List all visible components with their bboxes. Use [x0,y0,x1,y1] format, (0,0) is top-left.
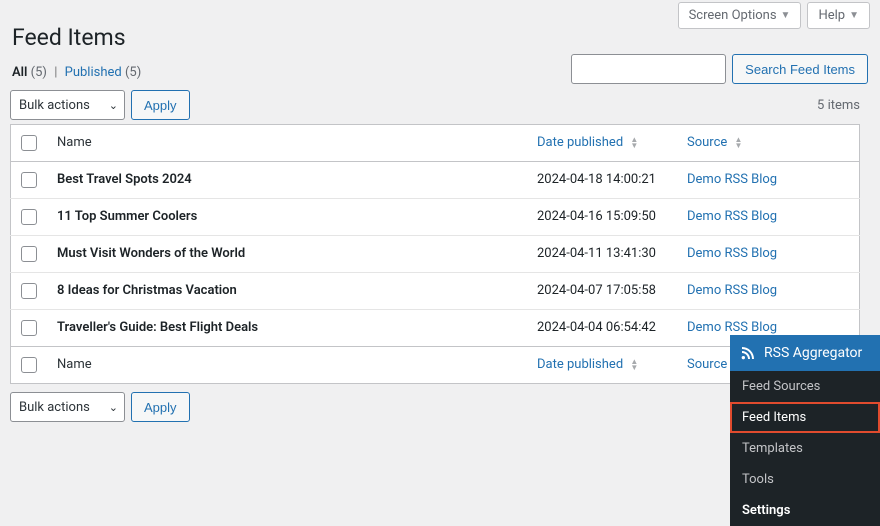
table-row: Best Travel Spots 2024 2024-04-18 14:00:2… [11,162,860,199]
row-title[interactable]: Best Travel Spots 2024 [57,172,192,187]
row-date: 2024-04-11 13:41:30 [527,236,677,273]
search-box: Search Feed Items [571,54,868,84]
help-label: Help [818,8,845,23]
rss-icon [740,345,756,361]
row-date: 2024-04-18 14:00:21 [527,162,677,199]
flyout-item[interactable]: Feed Items [730,402,880,433]
column-date-footer[interactable]: Date published ▲▼ [527,347,677,384]
row-title[interactable]: 8 Ideas for Christmas Vacation [57,283,237,298]
row-title[interactable]: 11 Top Summer Coolers [57,209,197,224]
bulk-actions-select-bottom[interactable]: Bulk actions ⌄ [10,392,125,422]
apply-button[interactable]: Apply [131,90,190,120]
row-source-link[interactable]: Demo RSS Blog [687,246,777,261]
bulk-actions-label-bottom: Bulk actions [19,400,90,415]
chevron-down-icon: ▼ [781,10,791,21]
column-name[interactable]: Name [47,125,527,162]
row-checkbox[interactable] [21,172,37,188]
column-source-label: Source [687,135,727,150]
bulk-actions-select[interactable]: Bulk actions ⌄ [10,90,125,120]
flyout-title: RSS Aggregator [764,345,862,361]
column-date-label: Date published [537,135,623,150]
chevron-down-icon: ⌄ [109,401,118,414]
flyout-item[interactable]: Feed Sources [730,371,880,402]
row-source-link[interactable]: Demo RSS Blog [687,283,777,298]
filter-published-count: (5) [125,65,141,80]
row-source-link[interactable]: Demo RSS Blog [687,209,777,224]
tablenav-top: Bulk actions ⌄ Apply 5 items [10,90,860,120]
column-date[interactable]: Date published ▲▼ [527,125,677,162]
separator: | [54,65,57,80]
table-row: 11 Top Summer Coolers 2024-04-16 15:09:50… [11,199,860,236]
flyout-item[interactable]: Settings [730,495,880,526]
column-name-footer[interactable]: Name [47,347,527,384]
row-date: 2024-04-04 06:54:42 [527,310,677,347]
row-checkbox[interactable] [21,283,37,299]
item-count: 5 items [817,98,860,113]
search-button[interactable]: Search Feed Items [732,54,868,84]
filter-published[interactable]: Published [65,65,122,80]
admin-flyout-menu: RSS Aggregator Feed SourcesFeed ItemsTem… [730,335,880,526]
apply-button-bottom[interactable]: Apply [131,392,190,422]
row-source-link[interactable]: Demo RSS Blog [687,320,777,335]
chevron-down-icon: ▼ [849,10,859,21]
screen-options-toggle[interactable]: Screen Options ▼ [678,2,802,29]
sort-icon: ▲▼ [735,137,743,149]
column-source[interactable]: Source ▲▼ [677,125,860,162]
chevron-down-icon: ⌄ [109,99,118,112]
row-checkbox[interactable] [21,246,37,262]
select-all-checkbox[interactable] [21,135,37,151]
screen-options-label: Screen Options [689,8,777,23]
sort-icon: ▲▼ [630,137,638,149]
row-checkbox[interactable] [21,209,37,225]
row-checkbox[interactable] [21,320,37,336]
row-title[interactable]: Traveller's Guide: Best Flight Deals [57,320,258,335]
column-source-footer-label: Source [687,357,727,372]
flyout-header[interactable]: RSS Aggregator [730,335,880,371]
table-row: Must Visit Wonders of the World 2024-04-1… [11,236,860,273]
row-title[interactable]: Must Visit Wonders of the World [57,246,245,261]
table-row: 8 Ideas for Christmas Vacation 2024-04-07… [11,273,860,310]
screen-meta-links: Screen Options ▼ Help ▼ [678,2,870,29]
sort-icon: ▲▼ [630,359,638,371]
help-toggle[interactable]: Help ▼ [807,2,870,29]
flyout-item[interactable]: Tools [730,464,880,495]
flyout-item[interactable]: Templates [730,433,880,464]
filter-all-count: (5) [31,65,47,80]
filter-all[interactable]: All [12,65,27,80]
search-input[interactable] [571,54,726,84]
column-date-footer-label: Date published [537,357,623,372]
row-date: 2024-04-16 15:09:50 [527,199,677,236]
bulk-actions-label: Bulk actions [19,98,90,113]
select-all-checkbox-bottom[interactable] [21,357,37,373]
row-source-link[interactable]: Demo RSS Blog [687,172,777,187]
row-date: 2024-04-07 17:05:58 [527,273,677,310]
